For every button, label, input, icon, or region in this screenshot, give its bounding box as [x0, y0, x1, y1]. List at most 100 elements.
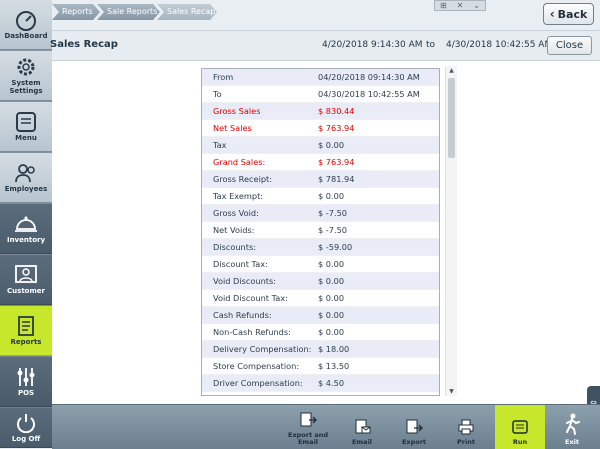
report-row-label: Net Sales [213, 123, 252, 133]
sidebar-item-label: Menu [15, 134, 37, 142]
report-row-value: $ -7.50 [318, 225, 347, 235]
scroll-down-icon[interactable]: ▼ [446, 387, 457, 396]
sidebar: DashBoard System Settings Menu Employees… [0, 0, 52, 448]
close-window-icon[interactable]: ✕ [457, 1, 464, 10]
report-row-label: Gross Void: [213, 208, 259, 218]
run-button[interactable]: Run [495, 405, 545, 449]
cloche-icon [13, 213, 39, 235]
gear-icon [13, 56, 39, 78]
report-row-value: $ 4.50 [318, 378, 345, 388]
report-row: Tax $ 0.00 [202, 137, 439, 154]
report-row-label: Gross Sales [213, 106, 261, 116]
back-button-label: Back [557, 7, 588, 21]
report-row-label: Tax Exempt: [213, 191, 264, 201]
report-row-label: Gross Receipt: [213, 174, 273, 184]
sidebar-item-menu[interactable]: Menu [0, 102, 52, 152]
email-button[interactable]: Email [342, 405, 382, 449]
report-row-label: Driver Compensation: [213, 378, 303, 388]
sidebar-item-pos[interactable]: POS [0, 357, 52, 407]
report-row: To 04/30/2018 10:42:55 AM [202, 86, 439, 103]
report-row-label: Void Discounts: [213, 276, 277, 286]
email-icon [353, 419, 371, 439]
export-and-email-button[interactable]: Export and Email [284, 405, 332, 449]
printer-icon [457, 419, 475, 439]
report-row-value: $ -59.00 [318, 242, 353, 252]
scroll-up-icon[interactable]: ▲ [446, 66, 457, 75]
report-row: Gross Receipt: $ 781.94 [202, 171, 439, 188]
export-button[interactable]: Export [394, 405, 434, 449]
export-email-icon [299, 412, 317, 432]
chevron-left-icon: ‹ [549, 7, 555, 21]
top-bar: Reports Sale Reports Sales Recap ⊞ ✕ ⌄ ‹… [52, 0, 600, 31]
sidebar-item-label: Customer [7, 287, 45, 295]
page-title: Sales Recap [50, 39, 118, 50]
report-row: Void Discounts: $ 0.00 [202, 273, 439, 290]
sidebar-item-inventory[interactable]: Inventory [0, 204, 52, 254]
report-row-label: Grand Sales: [213, 157, 266, 167]
breadcrumb-sale-reports[interactable]: Sale Reports [97, 4, 160, 20]
report-row-label: Tax [213, 140, 227, 150]
sidebar-item-employees[interactable]: Employees [0, 153, 52, 203]
date-to-label: to [426, 40, 436, 50]
vertical-scrollbar[interactable]: ▲ ▼ [445, 66, 457, 396]
report-row-value: $ 0.00 [318, 276, 345, 286]
sidebar-item-reports[interactable]: Reports [0, 306, 52, 356]
report-row-label: Cash Refunds: [213, 310, 272, 320]
export-icon [405, 419, 423, 439]
customer-icon [13, 264, 39, 286]
sidebar-item-label: DashBoard [4, 32, 48, 40]
report-row-label: Net Voids: [213, 225, 255, 235]
report-row: Net Voids: $ -7.50 [202, 222, 439, 239]
run-icon [511, 419, 529, 439]
report-row: Store Compensation: $ 13.50 [202, 358, 439, 375]
breadcrumb-reports[interactable]: Reports [52, 4, 100, 20]
sidebar-item-dashboard[interactable]: DashBoard [0, 0, 52, 50]
report-row: Void Discount Tax: $ 0.00 [202, 290, 439, 307]
report-row-value: 04/20/2018 09:14:30 AM [318, 72, 420, 82]
report-row: Discounts: $ -59.00 [202, 239, 439, 256]
sidebar-item-label: System Settings [9, 79, 43, 95]
report-row: From 04/20/2018 09:14:30 AM [202, 69, 439, 86]
report-row: Gross Sales $ 830.44 [202, 103, 439, 120]
report-row-value: $ 0.00 [318, 259, 345, 269]
report-row-value: $ 18.00 [318, 344, 350, 354]
report-row: Cash Refunds: $ 0.00 [202, 307, 439, 324]
menu-book-icon [13, 111, 39, 133]
report-row-value: 04/30/2018 10:42:55 AM [318, 89, 420, 99]
date-to: 4/30/2018 10:42:55 AM [446, 40, 553, 50]
sidebar-item-label: Employees [4, 185, 48, 193]
back-button[interactable]: ‹ Back [543, 3, 594, 25]
email-label: Email [351, 438, 373, 446]
chevron-down-icon[interactable]: ⌄ [473, 1, 480, 10]
exit-button[interactable]: Exit [552, 405, 592, 449]
close-button[interactable]: Close [547, 36, 592, 55]
sidebar-item-system-settings[interactable]: System Settings [0, 51, 52, 101]
breadcrumb-sales-recap[interactable]: Sales Recap [157, 4, 217, 20]
report-table: From 04/20/2018 09:14:30 AM To 04/30/2018 1… [201, 68, 440, 396]
report-row-value: $ 0.00 [318, 327, 345, 337]
report-row: Non-Cash Refunds: $ 0.00 [202, 324, 439, 341]
sidebar-item-label: Log Off [11, 435, 41, 443]
dashboard-icon [13, 9, 39, 31]
scrollbar-thumb[interactable] [448, 78, 455, 158]
exit-label: Exit [565, 438, 579, 446]
export-label: Export [401, 438, 427, 446]
print-label: Print [457, 438, 475, 446]
report-row-value: $ 0.00 [318, 140, 345, 150]
report-row: Delivery Compensation: $ 18.00 [202, 341, 439, 358]
report-row: Net Sales $ 763.94 [202, 120, 439, 137]
report-row-label: From [213, 72, 234, 82]
report-row: Gross Void: $ -7.50 [202, 205, 439, 222]
report-row-value: $ 0.00 [318, 191, 345, 201]
date-from: 4/20/2018 9:14:30 AM [322, 40, 423, 50]
bottom-toolbar: Export and Email Email Export Print Run … [52, 404, 600, 449]
report-row-value: $ 763.94 [318, 123, 355, 133]
sidebar-item-log-off[interactable]: Log Off [0, 408, 52, 448]
report-row-value: $ 0.00 [318, 310, 345, 320]
pos-sliders-icon [13, 366, 39, 388]
report-icon [13, 315, 39, 337]
report-row-label: Store Compensation: [213, 361, 300, 371]
restore-icon[interactable]: ⊞ [440, 1, 447, 10]
print-button[interactable]: Print [447, 405, 485, 449]
sidebar-item-customer[interactable]: Customer [0, 255, 52, 305]
